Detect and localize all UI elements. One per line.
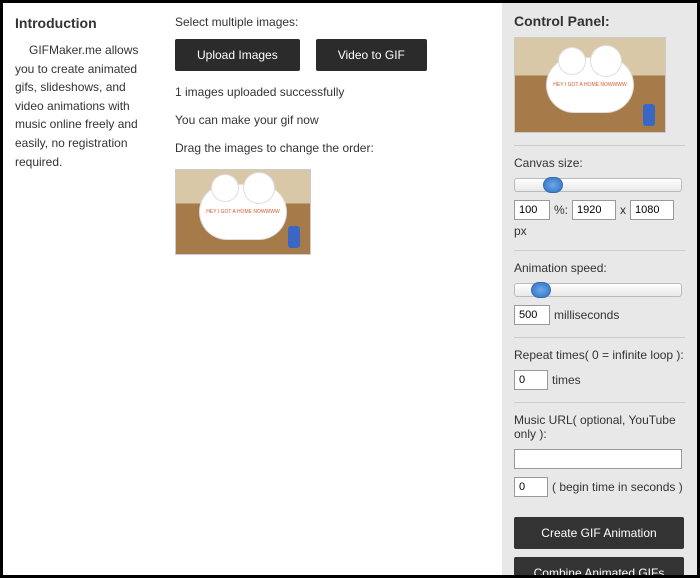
video-to-gif-button[interactable]: Video to GIF [316, 39, 427, 71]
speed-input[interactable] [514, 305, 550, 325]
speed-unit: milliseconds [554, 308, 619, 322]
drag-instruction: Drag the images to change the order: [175, 141, 488, 155]
music-section: Music URL( optional, YouTube only ): ( b… [514, 402, 685, 509]
repeat-unit: times [552, 373, 581, 387]
slider-thumb[interactable] [543, 177, 563, 193]
canvas-size-section: Canvas size: %: x px [514, 145, 685, 250]
select-images-label: Select multiple images: [175, 15, 488, 29]
figure-icon [288, 226, 300, 248]
percent-suffix: %: [554, 203, 568, 217]
x-label: x [620, 203, 626, 217]
intro-sidebar: Introduction GIFMaker.me allows you to c… [3, 3, 161, 575]
intro-body: GIFMaker.me allows you to create animate… [15, 41, 151, 171]
control-panel: Control Panel: HEY I GOT A HOME NOWWWW C… [502, 3, 697, 575]
repeat-section: Repeat times( 0 = infinite loop ): times [514, 337, 685, 402]
px-label: px [514, 224, 527, 238]
animation-speed-label: Animation speed: [514, 261, 685, 275]
intro-heading: Introduction [15, 15, 151, 31]
canvas-size-label: Canvas size: [514, 156, 685, 170]
music-url-input[interactable] [514, 449, 682, 469]
music-label: Music URL( optional, YouTube only ): [514, 413, 685, 441]
canvas-size-slider[interactable] [514, 178, 682, 192]
control-panel-heading: Control Panel: [514, 13, 685, 29]
animation-speed-section: Animation speed: milliseconds [514, 250, 685, 337]
main-area: Select multiple images: Upload Images Vi… [161, 3, 502, 575]
ready-message: You can make your gif now [175, 113, 488, 127]
cloud-icon: HEY I GOT A HOME NOWWWW [200, 185, 286, 239]
music-begin-label: ( begin time in seconds ) [552, 480, 683, 494]
combine-gifs-button[interactable]: Combine Animated GIFs [514, 557, 684, 575]
upload-success-message: 1 images uploaded successfully [175, 85, 488, 99]
cloud-icon: HEY I GOT A HOME NOWWWW [547, 58, 633, 112]
repeat-label: Repeat times( 0 = infinite loop ): [514, 348, 685, 362]
animation-speed-slider[interactable] [514, 283, 682, 297]
canvas-percent-input[interactable] [514, 200, 550, 220]
canvas-width-input[interactable] [572, 200, 616, 220]
create-gif-button[interactable]: Create GIF Animation [514, 517, 684, 549]
canvas-height-input[interactable] [630, 200, 674, 220]
uploaded-image-thumb[interactable]: HEY I GOT A HOME NOWWWW [175, 169, 311, 255]
figure-icon [643, 104, 655, 126]
repeat-input[interactable] [514, 370, 548, 390]
upload-images-button[interactable]: Upload Images [175, 39, 300, 71]
music-begin-input[interactable] [514, 477, 548, 497]
preview-image: HEY I GOT A HOME NOWWWW [514, 37, 666, 133]
slider-thumb[interactable] [531, 282, 551, 298]
